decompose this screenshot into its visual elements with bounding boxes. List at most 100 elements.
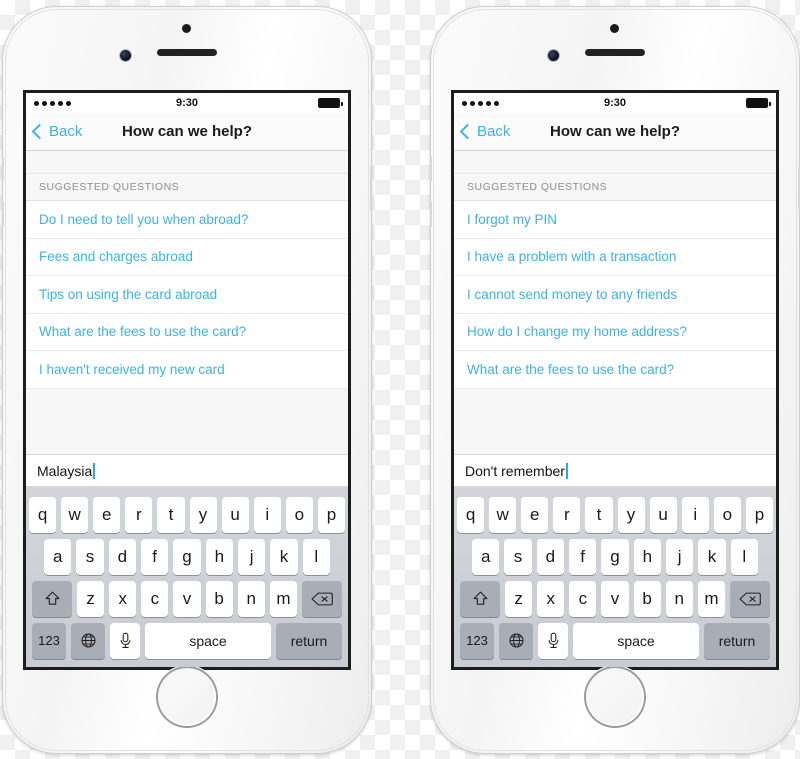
key-r[interactable]: r — [125, 496, 153, 533]
key-o[interactable]: o — [713, 496, 741, 533]
key-p[interactable]: p — [317, 496, 345, 533]
return-key[interactable]: return — [704, 622, 770, 659]
list-item[interactable]: Tips on using the card abroad — [26, 276, 348, 314]
back-button-label: Back — [477, 123, 511, 140]
dictation-key[interactable] — [110, 622, 140, 659]
key-b[interactable]: b — [205, 580, 233, 617]
search-input-row[interactable]: Malaysia — [26, 454, 348, 487]
back-button[interactable]: Back — [31, 123, 82, 140]
key-l[interactable]: l — [302, 538, 330, 575]
list-item[interactable]: What are the fees to use the card? — [26, 314, 348, 351]
iphone-device-left: 9:30 Back How can we help? SUGGESTED QUE… — [2, 6, 372, 754]
key-w[interactable]: w — [489, 496, 517, 533]
key-p[interactable]: p — [745, 496, 773, 533]
key-c[interactable]: c — [569, 580, 597, 617]
key-t[interactable]: t — [157, 496, 185, 533]
key-l[interactable]: l — [730, 538, 758, 575]
numbers-key[interactable]: 123 — [460, 622, 494, 659]
battery-icon — [318, 98, 343, 108]
suggested-questions-list: Do I need to tell you when abroad? Fees … — [26, 201, 348, 389]
status-bar: 9:30 — [26, 93, 348, 113]
navigation-bar: Back How can we help? — [454, 113, 776, 151]
key-f[interactable]: f — [569, 538, 597, 575]
key-m[interactable]: m — [697, 580, 725, 617]
globe-key[interactable] — [499, 622, 533, 659]
volume-up-button[interactable] — [2, 156, 4, 182]
space-key[interactable]: space — [145, 622, 271, 659]
key-j[interactable]: j — [237, 538, 266, 575]
numbers-key[interactable]: 123 — [32, 622, 66, 659]
key-s[interactable]: s — [504, 538, 532, 575]
key-k[interactable]: k — [270, 538, 298, 575]
key-f[interactable]: f — [141, 538, 169, 575]
key-n[interactable]: n — [665, 580, 693, 617]
key-i[interactable]: i — [253, 496, 281, 533]
key-y[interactable]: y — [617, 496, 645, 533]
search-input-row[interactable]: Don't remember — [454, 454, 776, 487]
key-d[interactable]: d — [536, 538, 564, 575]
list-item[interactable]: Do I need to tell you when abroad? — [26, 201, 348, 239]
key-z[interactable]: z — [77, 580, 105, 617]
status-bar: 9:30 — [454, 93, 776, 113]
key-y[interactable]: y — [189, 496, 217, 533]
search-input-value: Malaysia — [37, 462, 93, 479]
list-item[interactable]: I cannot send money to any friends — [454, 276, 776, 314]
back-button[interactable]: Back — [459, 123, 511, 140]
key-s[interactable]: s — [76, 538, 104, 575]
key-v[interactable]: v — [601, 580, 629, 617]
key-x[interactable]: x — [109, 580, 137, 617]
key-b[interactable]: b — [633, 580, 661, 617]
dictation-key[interactable] — [538, 622, 568, 659]
key-w[interactable]: w — [61, 496, 89, 533]
volume-up-button[interactable] — [430, 156, 432, 182]
home-button[interactable] — [158, 668, 216, 726]
shift-key[interactable] — [32, 580, 72, 617]
list-item[interactable]: How do I change my home address? — [454, 314, 776, 351]
return-key[interactable]: return — [276, 622, 342, 659]
volume-down-button[interactable] — [2, 201, 4, 227]
list-item[interactable]: I forgot my PIN — [454, 201, 776, 239]
backspace-key[interactable] — [301, 580, 342, 617]
list-item[interactable]: I haven't received my new card — [26, 351, 348, 389]
key-i[interactable]: i — [681, 496, 709, 533]
key-j[interactable]: j — [665, 538, 694, 575]
key-x[interactable]: x — [537, 580, 565, 617]
key-u[interactable]: u — [649, 496, 677, 533]
key-n[interactable]: n — [237, 580, 265, 617]
key-g[interactable]: g — [601, 538, 629, 575]
globe-icon — [80, 632, 97, 649]
text-caret — [93, 462, 96, 479]
navigation-bar: Back How can we help? — [26, 113, 348, 151]
key-c[interactable]: c — [141, 580, 169, 617]
space-key[interactable]: space — [573, 622, 699, 659]
key-t[interactable]: t — [585, 496, 613, 533]
globe-key[interactable] — [71, 622, 105, 659]
key-k[interactable]: k — [698, 538, 726, 575]
list-item[interactable]: Fees and charges abroad — [26, 239, 348, 276]
key-a[interactable]: a — [44, 538, 72, 575]
key-m[interactable]: m — [269, 580, 297, 617]
key-a[interactable]: a — [472, 538, 500, 575]
key-h[interactable]: h — [205, 538, 233, 575]
power-button[interactable] — [370, 166, 372, 210]
backspace-key[interactable] — [729, 580, 770, 617]
key-e[interactable]: e — [521, 496, 549, 533]
keyboard-row-3: z x c v b n m — [457, 580, 773, 617]
key-h[interactable]: h — [633, 538, 661, 575]
shift-key[interactable] — [460, 580, 500, 617]
earpiece-speaker-icon — [585, 49, 645, 56]
key-g[interactable]: g — [173, 538, 201, 575]
key-o[interactable]: o — [285, 496, 313, 533]
key-q[interactable]: q — [457, 496, 485, 533]
key-v[interactable]: v — [173, 580, 201, 617]
key-e[interactable]: e — [93, 496, 121, 533]
key-u[interactable]: u — [221, 496, 249, 533]
list-item[interactable]: I have a problem with a transaction — [454, 239, 776, 276]
key-q[interactable]: q — [29, 496, 57, 533]
home-button[interactable] — [586, 668, 644, 726]
key-r[interactable]: r — [553, 496, 581, 533]
volume-down-button[interactable] — [430, 201, 432, 227]
list-item[interactable]: What are the fees to use the card? — [454, 351, 776, 389]
key-d[interactable]: d — [108, 538, 136, 575]
key-z[interactable]: z — [505, 580, 533, 617]
